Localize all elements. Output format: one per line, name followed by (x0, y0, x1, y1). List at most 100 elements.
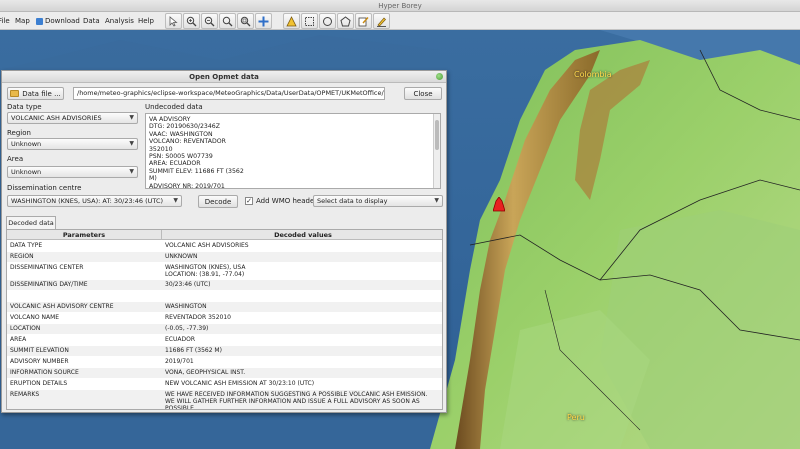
edit-icon (358, 16, 369, 26)
parameter-cell: DISSEMINATING CENTER (10, 264, 84, 271)
rectangle-tool-button[interactable] (301, 13, 318, 29)
select-icon (169, 15, 178, 27)
table-row[interactable]: VOLCANO NAME REVENTADOR 352010 (7, 313, 442, 324)
parameter-cell: ADVISORY NUMBER (10, 358, 69, 365)
dialog-close-icon[interactable] (436, 73, 443, 80)
table-row[interactable]: DISSEMINATING CENTER WASHINGTON (KNES), U… (7, 263, 442, 280)
chevron-down-icon: ▼ (129, 168, 134, 175)
pan-icon (258, 16, 269, 26)
table-row[interactable]: REGION UNKNOWN (7, 252, 442, 263)
decoded-value-cell: REVENTADOR 352010 (165, 314, 231, 321)
decoded-value-cell: WASHINGTON (165, 303, 207, 310)
table-row[interactable]: ERUPTION DETAILS NEW VOLCANIC ASH EMISSIO… (7, 379, 442, 390)
parameter-cell: DISSEMINATING DAY/TIME (10, 281, 88, 288)
chevron-down-icon: ▼ (173, 197, 178, 204)
parameter-cell: LOCATION (10, 325, 41, 332)
scrollbar-thumb[interactable] (435, 120, 439, 150)
table-row[interactable] (7, 291, 442, 302)
parameter-cell: VOLCANIC ASH ADVISORY CENTRE (10, 303, 114, 310)
undecoded-line: DTG: 20190630/2346Z (149, 123, 220, 131)
measure-tool-button[interactable] (283, 13, 300, 29)
undecoded-line: VAAC: WASHINGTON (149, 130, 213, 138)
table-row[interactable]: VOLCANIC ASH ADVISORY CENTRE WASHINGTON (7, 302, 442, 313)
decoded-value-cell (165, 291, 442, 301)
header-decoded-values: Decoded values (274, 231, 332, 239)
table-row[interactable]: LOCATION (-0.05, -77.39) (7, 324, 442, 335)
parameter-cell: INFORMATION SOURCE (10, 369, 79, 376)
area-value: Unknown (11, 168, 42, 176)
chevron-down-icon: ▼ (129, 114, 134, 121)
pan-button[interactable] (255, 13, 272, 29)
table-row[interactable]: ADVISORY NUMBER 2019/701 (7, 357, 442, 368)
region-select[interactable]: Unknown ▼ (7, 138, 138, 150)
menu-file[interactable]: File (0, 12, 10, 30)
undecoded-line: M) (149, 175, 157, 183)
zoom-in-button[interactable] (183, 13, 200, 29)
menu-analysis[interactable]: Analysis (105, 12, 134, 30)
zoom-icon (222, 16, 233, 26)
dissemination-centre-select[interactable]: WASHINGTON (KNES, USA): AT: 30/23:46 (UT… (7, 195, 182, 207)
file-path-field[interactable]: /home/meteo-graphics/eclipse-workspace/M… (73, 87, 385, 100)
undecoded-data-label: Undecoded data (145, 103, 203, 111)
pen-tool-button[interactable] (373, 13, 390, 29)
dissemination-centre-label: Dissemination centre (7, 184, 82, 192)
area-label: Area (7, 155, 24, 163)
measure-icon (286, 15, 297, 26)
download-icon (36, 17, 43, 25)
undecoded-line: VA ADVISORY (149, 116, 191, 123)
table-row[interactable]: INFORMATION SOURCE VONA, GEOPHYSICAL INST… (7, 368, 442, 379)
undecoded-line: AREA: ECUADOR (149, 160, 201, 168)
undecoded-text-area[interactable]: VA ADVISORY DTG: 20190630/2346Z VAAC: WASH… (145, 113, 441, 189)
parameter-cell: REMARKS (10, 391, 40, 398)
undecoded-line: ADVISORY NR: 2019/701 (149, 182, 225, 189)
menu-bar: File Map Download Data Analysis Help (0, 12, 800, 30)
chevron-down-icon: ▼ (129, 140, 134, 147)
add-wmo-header-checkbox[interactable]: ✓ (245, 197, 253, 205)
parameter-cell: AREA (10, 336, 27, 343)
table-row[interactable]: SUMMIT ELEVATION 11686 FT (3562 M) (7, 346, 442, 357)
table-row[interactable]: AREA ECUADOR (7, 335, 442, 346)
decoded-value-cell: 11686 FT (3562 M) (165, 347, 222, 354)
select-data-display[interactable]: Select data to display ▼ (313, 195, 443, 207)
tab-decoded-data[interactable]: Decoded data (6, 216, 56, 229)
menu-download[interactable]: Download (36, 12, 80, 30)
polygon-icon (340, 15, 351, 26)
area-select[interactable]: Unknown ▼ (7, 166, 138, 178)
dialog-title: Open Opmet data (189, 73, 259, 81)
data-type-select[interactable]: VOLCANIC ASH ADVISORIES ▼ (7, 112, 138, 124)
decoded-value-cell: (-0.05, -77.39) (165, 325, 209, 332)
undecoded-line: PSN: S0005 W07739 (149, 153, 213, 161)
decoded-value-cell: WE HAVE RECEIVED INFORMATION SUGGESTING … (165, 391, 428, 410)
zoom-fit-icon (240, 16, 251, 26)
close-button[interactable]: Close (404, 87, 442, 100)
parameter-cell: VOLCANO NAME (10, 314, 60, 321)
table-row[interactable]: REMARKS WE HAVE RECEIVED INFORMATION SUGG… (7, 390, 442, 410)
polygon-tool-button[interactable] (337, 13, 354, 29)
circle-tool-button[interactable] (319, 13, 336, 29)
edit-tool-button[interactable] (355, 13, 372, 29)
zoom-fit-button[interactable] (237, 13, 254, 29)
table-row[interactable]: DATA TYPE VOLCANIC ASH ADVISORIES (7, 241, 442, 252)
decoded-value-cell: NEW VOLCANIC ASH EMISSION AT 30/23:10 (U… (165, 380, 315, 387)
zoom-button[interactable] (219, 13, 236, 29)
undecoded-scrollbar[interactable] (433, 114, 440, 188)
decoded-value-cell: UNKNOWN (165, 253, 198, 260)
select-tool-button[interactable] (165, 13, 182, 29)
menu-help[interactable]: Help (138, 12, 154, 30)
volcano-marker-icon[interactable] (493, 197, 505, 213)
folder-icon (10, 90, 20, 97)
menu-map[interactable]: Map (15, 12, 30, 30)
decoded-value-cell: 30/23:46 (UTC) (165, 281, 211, 288)
map-label-colombia: Colombia (574, 70, 612, 79)
chevron-down-icon: ▼ (434, 197, 439, 204)
table-row[interactable]: DISSEMINATING DAY/TIME 30/23:46 (UTC) (7, 280, 442, 291)
window-title-bar: Hyper Borey (0, 0, 800, 12)
rectangle-icon (305, 16, 314, 26)
zoom-out-button[interactable] (201, 13, 218, 29)
data-file-button[interactable]: Data file ... (7, 87, 64, 100)
data-type-label: Data type (7, 103, 42, 111)
table-header: Parameters Decoded values (7, 230, 442, 240)
menu-data[interactable]: Data (83, 12, 100, 30)
decode-button[interactable]: Decode (198, 195, 238, 208)
undecoded-lines: VA ADVISORY DTG: 20190630/2346Z VAAC: WASH… (146, 114, 440, 189)
